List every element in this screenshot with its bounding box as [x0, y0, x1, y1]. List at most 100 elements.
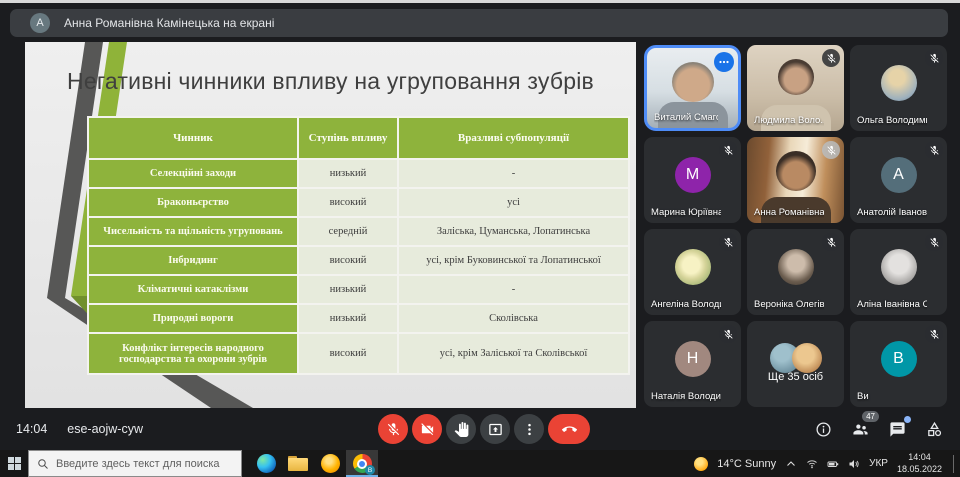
participant-tile[interactable]: Аліна Іванівна О... [850, 229, 947, 315]
overflow-count-label: Ще 35 осіб [747, 371, 844, 383]
present-screen-button[interactable] [480, 414, 510, 444]
presentation-stage[interactable]: Негативні чинники впливу на угруповання … [25, 42, 636, 408]
chat-notification-dot [904, 416, 911, 423]
tile-more-button[interactable] [714, 52, 734, 72]
mic-off-icon [822, 233, 840, 251]
participant-name: Аліна Іванівна О... [857, 299, 927, 310]
presenter-avatar: А [30, 13, 50, 33]
table-row: Природні вороги низький Сколівська [88, 304, 629, 333]
windows-taskbar: B 14°C Sunny УКР 14:04 18.05.2022 [0, 450, 960, 477]
chrome-profile-badge: B [365, 465, 375, 475]
avatar: Н [675, 341, 711, 377]
battery-icon[interactable] [827, 458, 839, 470]
show-desktop-button[interactable] [953, 455, 954, 473]
mic-off-icon [822, 141, 840, 159]
participant-name: Ольга Володими... [857, 115, 927, 126]
presenter-banner-text: Анна Романівна Камінецька на екрані [64, 16, 274, 30]
taskbar-search[interactable] [28, 450, 242, 477]
participant-name: Людмила Воло... [754, 115, 824, 126]
activities-button[interactable] [922, 417, 946, 441]
video-feed [776, 151, 816, 191]
slide-title: Негативні чинники впливу на угруповання … [25, 68, 636, 95]
overflow-participants-tile[interactable]: Ще 35 осіб [747, 321, 844, 407]
avatar: М [675, 157, 711, 193]
participant-name: Ви [857, 391, 927, 402]
participant-tile[interactable]: Ангеліна Володи... [644, 229, 741, 315]
table-header: Чинник [88, 117, 298, 159]
meeting-details-button[interactable] [811, 417, 835, 441]
mic-off-icon [719, 233, 737, 251]
start-button[interactable] [0, 450, 28, 477]
participants-count-badge: 47 [862, 411, 879, 422]
windows-logo-icon [8, 457, 21, 470]
language-indicator[interactable]: УКР [869, 458, 888, 469]
participant-tile[interactable]: Вероніка Олегівн... [747, 229, 844, 315]
window-top-edge [0, 0, 960, 3]
avatar [675, 249, 711, 285]
table-row: Селекційні заходи низький - [88, 159, 629, 188]
table-row: Інбридинг високий усі, крім Буковинської… [88, 246, 629, 275]
participant-tile[interactable]: Ольга Володими... [850, 45, 947, 131]
taskbar-clock[interactable]: 14:04 18.05.2022 [897, 452, 942, 475]
mic-off-icon [925, 325, 943, 343]
mic-off-icon [925, 141, 943, 159]
volume-icon[interactable] [848, 458, 860, 470]
table-row: Кліматичні катаклізми низький - [88, 275, 629, 304]
edge-taskbar-icon[interactable] [250, 450, 282, 477]
search-icon [37, 458, 49, 470]
participant-tile[interactable]: Н Наталія Володим... [644, 321, 741, 407]
participant-tile[interactable]: А Анатолій Іванови... [850, 137, 947, 223]
avatar: В [881, 341, 917, 377]
presenter-banner: А Анна Романівна Камінецька на екрані [10, 9, 948, 37]
weather-widget[interactable]: 14°C Sunny [717, 458, 776, 470]
screen: А Анна Романівна Камінецька на екрані Не… [0, 0, 960, 477]
participant-tile[interactable]: М Марина Юріївна ... [644, 137, 741, 223]
participant-name: Ангеліна Володи... [651, 299, 721, 310]
avatar [778, 249, 814, 285]
more-options-button[interactable] [514, 414, 544, 444]
participant-tile[interactable]: Анна Романівна ... [747, 137, 844, 223]
video-feed [672, 62, 714, 102]
self-tile[interactable]: В Ви [850, 321, 947, 407]
chat-button[interactable] [885, 417, 909, 441]
avatar [881, 249, 917, 285]
mic-off-icon [925, 233, 943, 251]
participant-name: Анна Романівна ... [754, 207, 824, 218]
participant-name: Виталий Смаголь [654, 112, 718, 123]
video-feed [778, 59, 814, 95]
avatar [881, 65, 917, 101]
leave-call-button[interactable] [548, 414, 590, 444]
raise-hand-button[interactable] [446, 414, 476, 444]
table-header: Вразливі субпопуляції [398, 117, 629, 159]
participant-name: Вероніка Олегівн... [754, 299, 824, 310]
meet-control-bar: 14:04 ese-aojw-cyw 47 [0, 408, 960, 450]
mic-off-icon [719, 325, 737, 343]
wifi-icon[interactable] [806, 458, 818, 470]
avatar: А [881, 157, 917, 193]
mic-off-icon [822, 49, 840, 67]
overflow-avatars [770, 343, 822, 373]
participant-name: Марина Юріївна ... [651, 207, 721, 218]
table-row: Конфлікт інтересів народного господарств… [88, 333, 629, 374]
file-explorer-taskbar-icon[interactable] [282, 450, 314, 477]
mic-toggle-button[interactable] [378, 414, 408, 444]
chrome-taskbar-icon[interactable]: B [346, 450, 378, 477]
table-row: Браконьєрство високий усі [88, 188, 629, 217]
table-header: Ступінь впливу [298, 117, 398, 159]
mic-off-icon [925, 49, 943, 67]
participant-tile[interactable]: Людмила Воло... [747, 45, 844, 131]
participant-name: Анатолій Іванови... [857, 207, 927, 218]
show-participants-button[interactable]: 47 [848, 417, 872, 441]
table-row: Чисельність та щільність угруповань сере… [88, 217, 629, 246]
slide-table: Чинник Ступінь впливу Вразливі субпопуля… [87, 116, 630, 375]
meeting-time: 14:04 [16, 422, 47, 436]
participant-tile[interactable]: Виталий Смаголь [644, 45, 741, 131]
participant-grid: Виталий Смаголь Людмила Воло... Ольга Во… [644, 45, 947, 407]
browser-taskbar-icon[interactable] [314, 450, 346, 477]
search-input[interactable] [56, 458, 226, 470]
weather-icon [694, 457, 708, 471]
camera-toggle-button[interactable] [412, 414, 442, 444]
tray-expand-icon[interactable] [785, 458, 797, 470]
participant-name: Наталія Володим... [651, 391, 721, 402]
meeting-code: ese-aojw-cyw [67, 422, 143, 436]
